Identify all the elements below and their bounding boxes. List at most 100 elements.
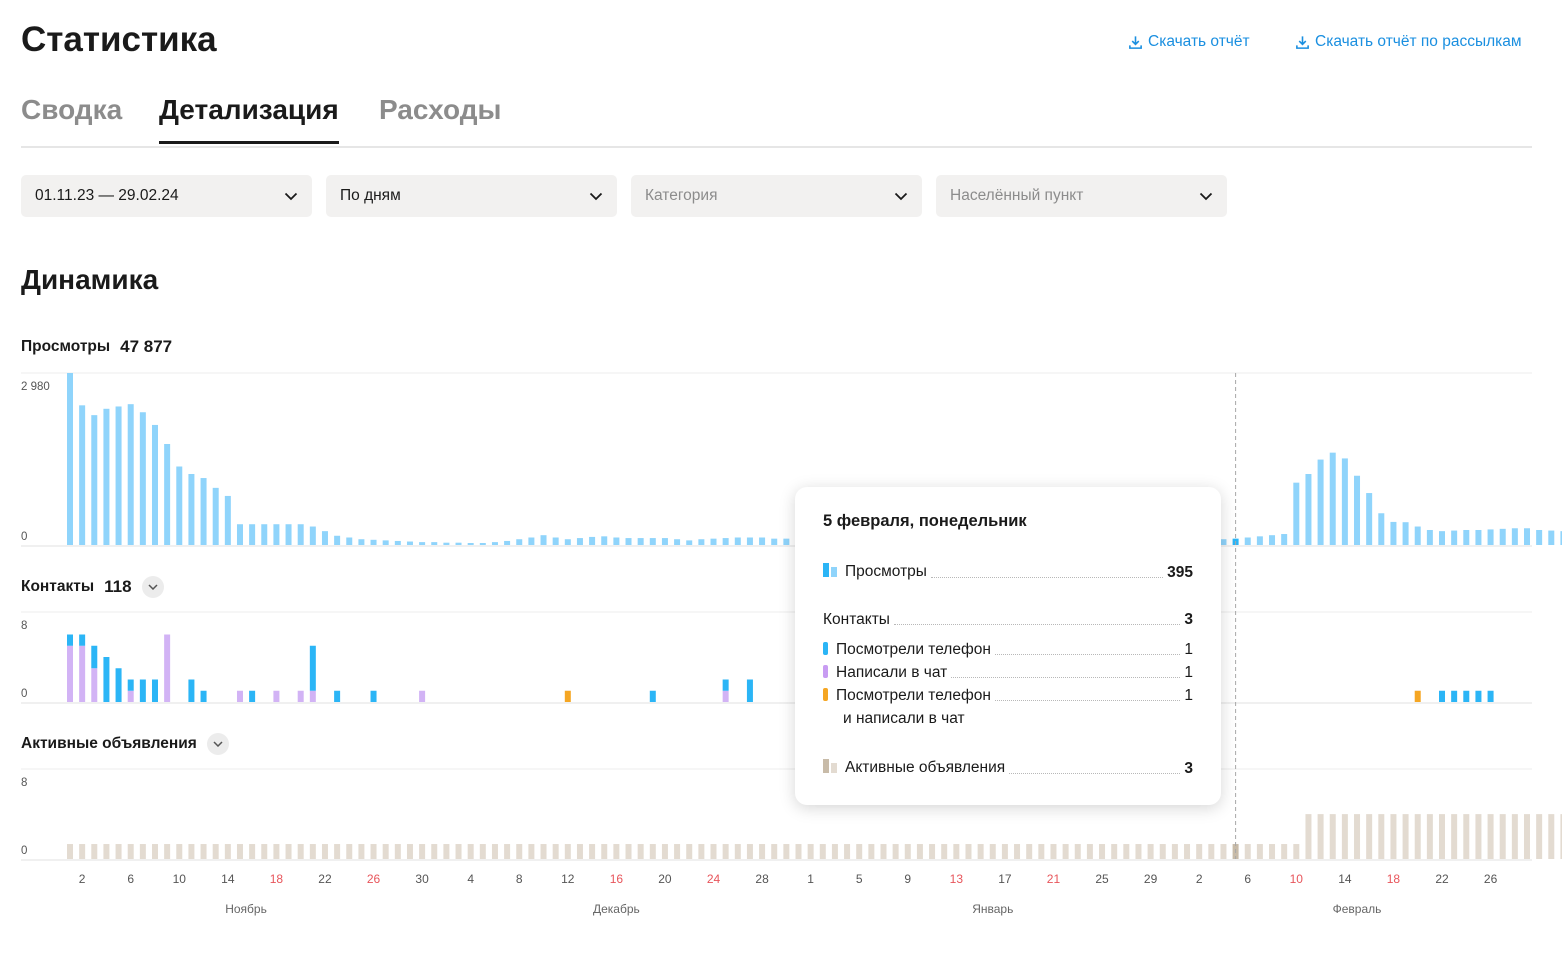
ads-bar bbox=[1390, 814, 1397, 859]
ads-bar bbox=[1014, 844, 1021, 859]
views-bar bbox=[139, 412, 146, 545]
tooltip-both-value: 1 bbox=[1184, 687, 1193, 704]
views-bar bbox=[698, 539, 705, 545]
views-bar bbox=[261, 524, 268, 545]
views-bar bbox=[321, 531, 328, 545]
views-bar bbox=[431, 542, 438, 545]
ads-bar bbox=[1354, 814, 1361, 859]
ads-bar bbox=[139, 844, 146, 859]
views-bar bbox=[79, 405, 86, 545]
ads-bar bbox=[637, 844, 644, 859]
ads-bar bbox=[1196, 844, 1203, 859]
ads-bar bbox=[455, 844, 462, 859]
ads-bar bbox=[771, 844, 778, 859]
contacts-bar-segment bbox=[127, 679, 134, 691]
dynamics-chart[interactable]: 2 980080802 6 10 14 18 22 26 30 4 8 12 16 20 24 28 1 5 9 1… bbox=[0, 0, 1562, 974]
views-bar bbox=[1390, 521, 1397, 545]
views-bar bbox=[455, 542, 462, 545]
x-tick-label: 21 bbox=[1047, 872, 1061, 886]
x-tick-label: 30 bbox=[415, 872, 429, 886]
views-bar bbox=[115, 406, 122, 545]
ads-bar bbox=[746, 844, 753, 859]
x-tick-label: 26 bbox=[367, 872, 381, 886]
views-bar bbox=[334, 535, 341, 545]
tooltip-views-value: 395 bbox=[1167, 564, 1193, 581]
views-bar bbox=[394, 540, 401, 545]
ads-bar bbox=[467, 844, 474, 859]
ads-bar bbox=[1269, 844, 1276, 859]
contacts-bar-segment bbox=[309, 690, 316, 702]
ads-bar bbox=[1001, 844, 1008, 859]
contacts-bar-segment bbox=[746, 679, 753, 702]
ads-bar bbox=[1475, 814, 1482, 859]
ads-bar bbox=[1317, 814, 1324, 859]
views-bar bbox=[200, 478, 207, 545]
tooltip-contacts-label: Контакты bbox=[823, 611, 890, 628]
contacts-bar-segment bbox=[1487, 690, 1494, 702]
y-tick-label: 2 980 bbox=[21, 381, 50, 393]
x-tick-label: 6 bbox=[1244, 872, 1251, 886]
ads-bar bbox=[576, 844, 583, 859]
ads-bar bbox=[759, 844, 766, 859]
ads-bar bbox=[176, 844, 183, 859]
contacts-bar-segment bbox=[1451, 690, 1458, 702]
views-bar bbox=[1256, 536, 1263, 545]
both-series-marker bbox=[823, 688, 828, 701]
views-bar bbox=[1463, 529, 1470, 545]
ads-bar bbox=[795, 844, 802, 859]
views-bar bbox=[212, 487, 219, 545]
views-bar bbox=[151, 424, 158, 545]
ads-bar bbox=[1305, 814, 1312, 859]
views-bar bbox=[540, 535, 547, 545]
chat-series-marker bbox=[823, 665, 828, 678]
ads-bar bbox=[916, 844, 923, 859]
views-bar bbox=[759, 537, 766, 545]
ads-bar bbox=[91, 844, 98, 859]
ads-bar bbox=[1524, 814, 1530, 859]
ads-bar bbox=[734, 844, 741, 859]
contacts-bar-segment bbox=[115, 668, 122, 702]
ads-bar bbox=[710, 844, 717, 859]
ads-bar bbox=[1378, 814, 1385, 859]
ads-bar bbox=[965, 844, 972, 859]
views-bar bbox=[285, 524, 292, 545]
views-bar bbox=[722, 538, 729, 545]
x-tick-label: 10 bbox=[173, 872, 187, 886]
x-tick-label: 24 bbox=[707, 872, 721, 886]
views-bar bbox=[1293, 482, 1300, 545]
ads-bar bbox=[394, 844, 401, 859]
views-bar bbox=[346, 537, 353, 545]
views-bar bbox=[67, 373, 73, 545]
x-tick-label: 13 bbox=[950, 872, 964, 886]
ads-bar bbox=[1329, 814, 1336, 859]
ads-bar bbox=[309, 844, 316, 859]
views-bar bbox=[1536, 529, 1543, 545]
contacts-bar-segment bbox=[649, 690, 656, 702]
ads-bar bbox=[1050, 844, 1057, 859]
contacts-bar-segment bbox=[722, 679, 729, 691]
ads-bar bbox=[722, 844, 729, 859]
ads-bar bbox=[1548, 814, 1555, 859]
ads-bar bbox=[419, 844, 426, 859]
ads-bar bbox=[1159, 844, 1166, 859]
views-bar bbox=[649, 538, 656, 545]
contacts-bar-segment bbox=[297, 690, 304, 702]
ads-bar bbox=[1135, 844, 1142, 859]
tooltip-chat-row: Написали в чат 1 bbox=[823, 664, 1193, 682]
contacts-bar-segment bbox=[67, 634, 73, 646]
x-tick-label: 1 bbox=[807, 872, 814, 886]
views-bar bbox=[1439, 531, 1446, 545]
ads-bar bbox=[79, 844, 86, 859]
contacts-bar-segment bbox=[722, 690, 729, 702]
views-bar bbox=[734, 537, 741, 545]
ads-bar bbox=[698, 844, 705, 859]
ads-bar bbox=[261, 844, 268, 859]
ads-bar bbox=[977, 844, 984, 859]
ads-bar bbox=[212, 844, 219, 859]
x-tick-label: 4 bbox=[467, 872, 474, 886]
ads-bar bbox=[819, 844, 826, 859]
views-bar bbox=[479, 543, 486, 545]
views-bar bbox=[1317, 459, 1324, 545]
x-tick-label: 18 bbox=[270, 872, 284, 886]
views-bar bbox=[771, 538, 778, 545]
